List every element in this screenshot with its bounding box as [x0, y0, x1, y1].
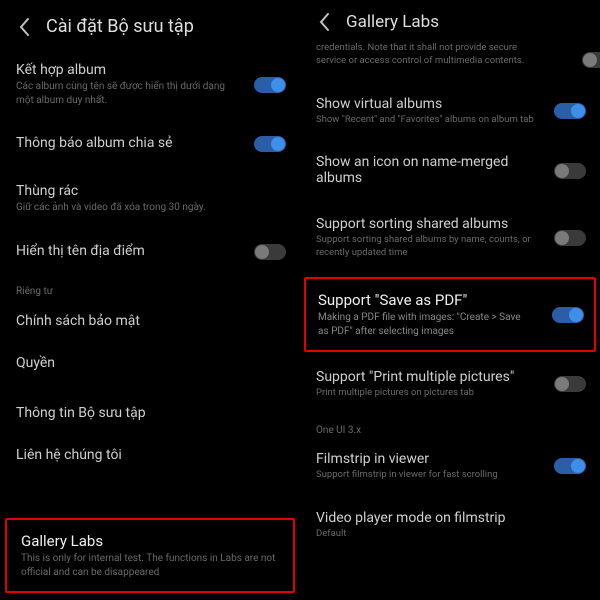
- setting-permissions[interactable]: Quyền: [0, 343, 300, 385]
- header-right: Gallery Labs: [300, 0, 600, 42]
- setting-subtitle: Support filmstrip in viewer for fast scr…: [316, 469, 536, 482]
- setting-trash[interactable]: Thùng rác Giữ các ảnh và video đã xóa tr…: [0, 172, 300, 226]
- setting-title: Hiển thị tên địa điểm: [16, 243, 284, 259]
- setting-title: Gallery Labs: [21, 532, 279, 550]
- setting-shared-notify[interactable]: Thông báo album chia sẻ: [0, 124, 300, 164]
- page-title: Gallery Labs: [346, 12, 439, 32]
- toggle-icon-merged[interactable]: [554, 163, 586, 179]
- toggle-sort-shared[interactable]: [554, 230, 586, 246]
- setting-about[interactable]: Thông tin Bộ sưu tập: [0, 393, 300, 435]
- setting-title: Support sorting shared albums: [316, 216, 584, 232]
- setting-title: Thùng rác: [16, 183, 284, 199]
- setting-sort-shared[interactable]: Support sorting shared albums Support so…: [300, 205, 600, 271]
- setting-title: Thông báo album chia sẻ: [16, 135, 284, 151]
- setting-title: Video player mode on filmstrip: [316, 510, 584, 526]
- setting-title: Show an icon on name-merged albums: [316, 154, 536, 186]
- toggle-merge-album[interactable]: [254, 77, 286, 93]
- toggle-credentials[interactable]: [582, 52, 600, 68]
- setting-subtitle: Giữ các ảnh và video đã xóa trong 30 ngà…: [16, 201, 236, 215]
- setting-title: Show virtual albums: [316, 96, 584, 112]
- setting-subtitle: Show "Recent" and "Favorites" albums on …: [316, 114, 536, 127]
- setting-subtitle: Support sorting shared albums by name, c…: [316, 234, 536, 260]
- setting-print-multiple[interactable]: Support "Print multiple pictures" Print …: [300, 358, 600, 411]
- toggle-save-pdf[interactable]: [552, 307, 584, 323]
- toggle-print-multiple[interactable]: [554, 376, 586, 392]
- setting-location-names[interactable]: Hiển thị tên địa điểm: [0, 232, 300, 272]
- header-left: Cài đặt Bộ sưu tập: [0, 0, 300, 51]
- setting-contact[interactable]: Liên hệ chúng tôi: [0, 435, 300, 477]
- setting-title: Chính sách bảo mật: [16, 313, 284, 329]
- setting-merge-album[interactable]: Kết hợp album Các album cùng tên sẽ được…: [0, 51, 300, 118]
- setting-title: Filmstrip in viewer: [316, 451, 584, 467]
- setting-title: Quyền: [16, 355, 284, 371]
- back-icon[interactable]: [314, 12, 334, 32]
- setting-subtitle: Các album cùng tên sẽ được hiển thị dưới…: [16, 80, 236, 107]
- setting-video-filmstrip[interactable]: Video player mode on filmstrip Default: [300, 499, 600, 552]
- section-label-privacy: Riêng tư: [0, 272, 300, 301]
- setting-title: Support "Print multiple pictures": [316, 369, 584, 385]
- toggle-filmstrip[interactable]: [554, 458, 586, 474]
- setting-title: Thông tin Bộ sưu tập: [16, 405, 284, 421]
- setting-icon-merged[interactable]: Show an icon on name-merged albums: [300, 143, 600, 199]
- page-title: Cài đặt Bộ sưu tập: [46, 16, 194, 37]
- setting-virtual-albums[interactable]: Show virtual albums Show "Recent" and "F…: [300, 85, 600, 138]
- toggle-shared-notify[interactable]: [254, 136, 286, 152]
- highlight-gallery-labs: Gallery Labs This is only for internal t…: [5, 518, 295, 593]
- setting-title: Liên hệ chúng tôi: [16, 447, 284, 463]
- setting-credentials-partial[interactable]: credentials. Note that it shall not prov…: [300, 42, 600, 79]
- setting-privacy-policy[interactable]: Chính sách bảo mật: [0, 301, 300, 343]
- back-icon[interactable]: [14, 17, 34, 37]
- setting-subtitle: Making a PDF file with images: "Create >…: [318, 311, 528, 338]
- setting-title: Support "Save as PDF": [318, 291, 582, 309]
- toggle-location-names[interactable]: [254, 244, 286, 260]
- toggle-virtual-albums[interactable]: [554, 103, 586, 119]
- setting-gallery-labs[interactable]: Gallery Labs This is only for internal t…: [7, 520, 293, 591]
- setting-filmstrip[interactable]: Filmstrip in viewer Support filmstrip in…: [300, 440, 600, 493]
- section-label-oneui: One UI 3.x: [300, 411, 600, 440]
- setting-subtitle: Default: [316, 528, 536, 541]
- setting-subtitle: This is only for internal test. The func…: [21, 552, 279, 579]
- setting-subtitle: Print multiple pictures on pictures tab: [316, 387, 536, 400]
- setting-save-pdf[interactable]: Support "Save as PDF" Making a PDF file …: [306, 279, 594, 350]
- setting-subtitle: credentials. Note that it shall not prov…: [316, 42, 526, 68]
- highlight-save-pdf: Support "Save as PDF" Making a PDF file …: [304, 277, 596, 352]
- setting-title: Kết hợp album: [16, 62, 284, 78]
